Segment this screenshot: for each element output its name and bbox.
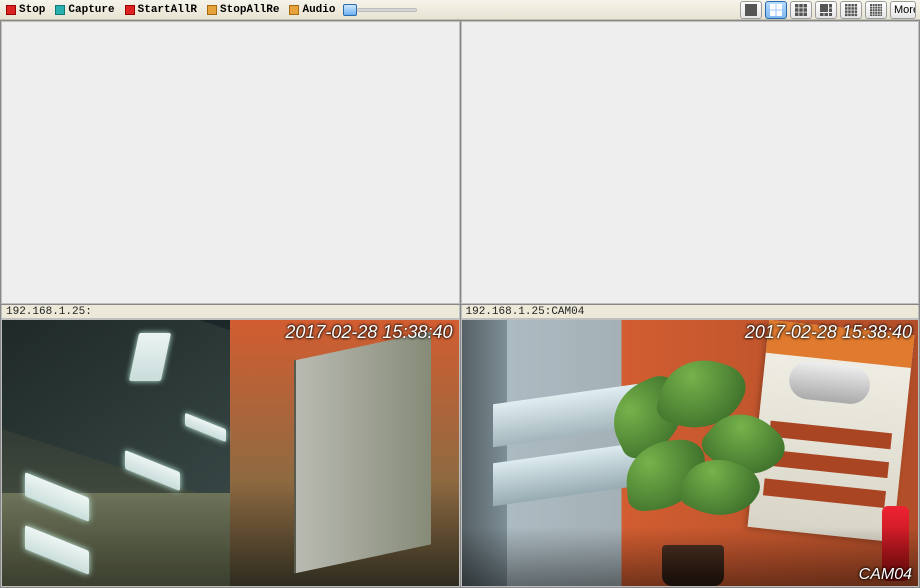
pane-address-label: 192.168.1.25:CAM04 (461, 305, 920, 319)
no-signal-panel (1, 21, 460, 304)
camera-pane-2[interactable] (461, 21, 920, 304)
workspace: 192.168.1.25: 2017-02-28 15:38:40 192.16… (0, 20, 920, 588)
capture-button[interactable]: Capture (53, 4, 116, 16)
toolbar: Stop Capture StartAllR StopAllRe Audio (0, 0, 920, 20)
layout-1plus5-button[interactable] (815, 1, 837, 19)
video-feed: 2017-02-28 15:38:40 CAM04 (461, 319, 920, 588)
stop-label: Stop (19, 4, 45, 16)
camera-pane-4[interactable]: 192.168.1.25:CAM04 2017-02-28 15:38:40 C… (461, 305, 920, 588)
camera-pane-3[interactable]: 192.168.1.25: 2017-02-28 15:38:40 (1, 305, 460, 588)
start-all-rec-button[interactable]: StartAllR (123, 4, 199, 16)
slider-track (357, 8, 417, 12)
record-icon (125, 5, 135, 15)
no-signal-panel (461, 21, 920, 304)
more-button[interactable]: More (890, 1, 916, 19)
layout-1x1-button[interactable] (740, 1, 762, 19)
audio-icon (289, 5, 299, 15)
layout-2x2-button[interactable] (765, 1, 787, 19)
volume-slider[interactable] (343, 4, 417, 16)
pane-address-label: 192.168.1.25: (1, 305, 460, 319)
camera-name-overlay: CAM04 (859, 566, 912, 584)
audio-button[interactable]: Audio (287, 4, 337, 16)
stop-all-label: StopAllRe (220, 4, 279, 16)
camera-icon (55, 5, 65, 15)
stop-record-icon (207, 5, 217, 15)
timestamp-overlay: 2017-02-28 15:38:40 (285, 322, 452, 343)
stop-button[interactable]: Stop (4, 4, 47, 16)
audio-label: Audio (302, 4, 335, 16)
timestamp-overlay: 2017-02-28 15:38:40 (745, 322, 912, 343)
stop-icon (6, 5, 16, 15)
camera-pane-1[interactable] (1, 21, 460, 304)
layout-5x5-button[interactable] (865, 1, 887, 19)
layout-3x3-button[interactable] (790, 1, 812, 19)
video-feed: 2017-02-28 15:38:40 (1, 319, 460, 588)
toolbar-right: More (740, 1, 920, 19)
more-label: More (894, 4, 916, 16)
layout-4x4-button[interactable] (840, 1, 862, 19)
start-all-label: StartAllR (138, 4, 197, 16)
stop-all-rec-button[interactable]: StopAllRe (205, 4, 281, 16)
slider-thumb-icon (343, 4, 357, 16)
capture-label: Capture (68, 4, 114, 16)
